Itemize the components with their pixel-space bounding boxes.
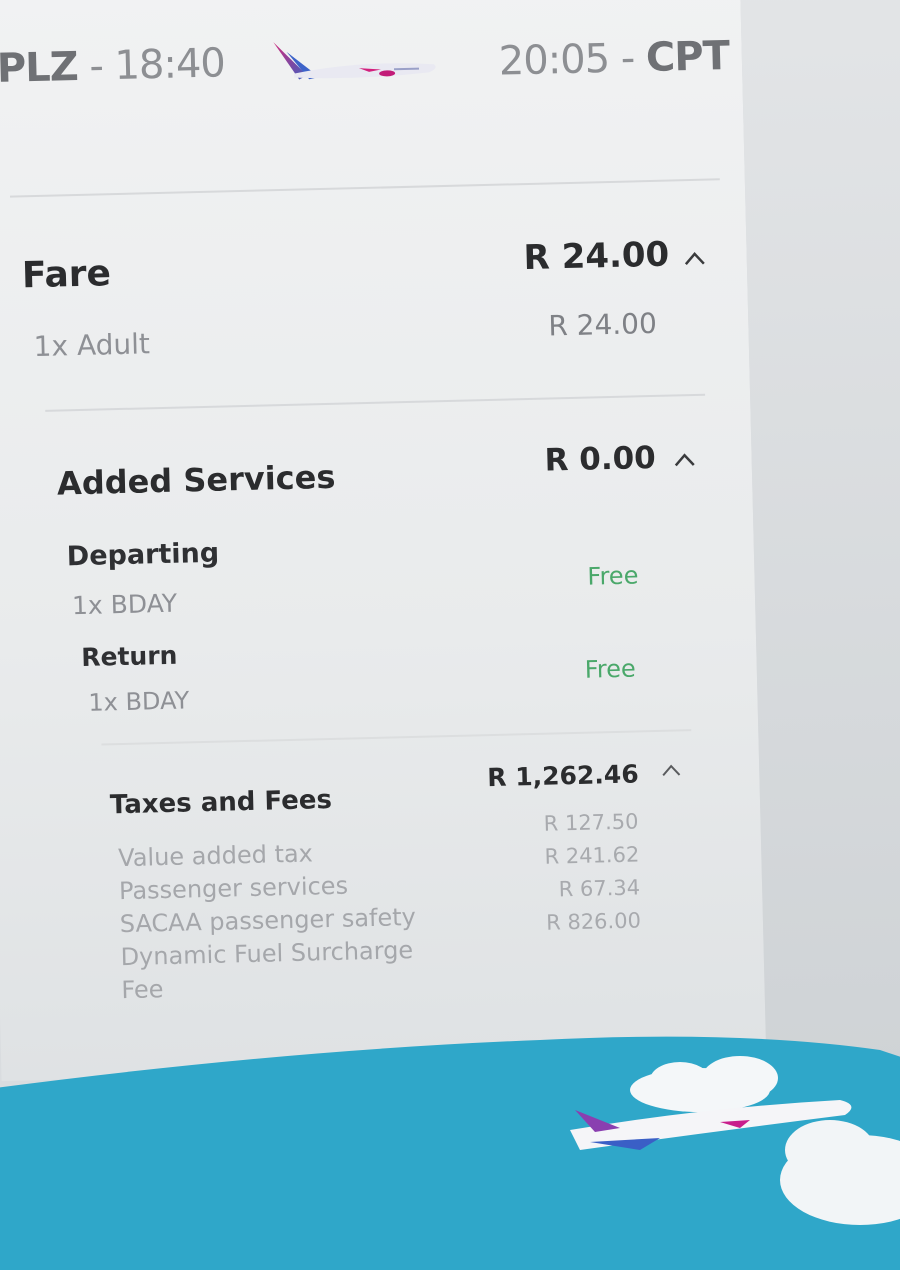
departing-price: Free	[587, 561, 639, 591]
fare-item-value: R 24.00	[547, 306, 658, 343]
destination-code: CPT	[645, 33, 730, 82]
chevron-up-icon[interactable]	[683, 248, 706, 271]
fare-total: R 24.00	[523, 234, 670, 279]
added-services-title: Added Services	[56, 457, 336, 503]
page-gutter	[739, 0, 900, 1073]
return-price: Free	[584, 654, 637, 684]
fare-item-label: 1x Adult	[33, 327, 151, 364]
tax-labels-list: Value added tax Passenger services SACAA…	[118, 835, 418, 1007]
return-heading: Return	[80, 640, 178, 673]
tax-values-list: R 127.50 R 241.62 R 67.34 R 826.00	[520, 805, 641, 940]
arrival-time: 20:05	[498, 35, 610, 85]
arrival-info: 20:05 - CPT	[498, 33, 729, 85]
taxes-title: Taxes and Fees	[109, 784, 333, 821]
tax-value: R 127.50	[543, 809, 639, 836]
tax-value: R 67.34	[558, 875, 641, 902]
departure-info: PLZ - 18:40	[0, 40, 225, 92]
route-separator: -	[620, 35, 647, 82]
tax-value: R 241.62	[544, 842, 640, 869]
taxes-total: R 1,262.46	[486, 759, 639, 793]
origin-code: PLZ	[0, 43, 79, 92]
chevron-up-icon[interactable]	[661, 760, 681, 780]
airplane-icon	[273, 42, 436, 80]
chevron-up-icon[interactable]	[673, 449, 696, 472]
departing-heading: Departing	[66, 537, 220, 573]
tax-value: R 826.00	[545, 908, 642, 935]
route-separator: -	[88, 43, 116, 90]
departing-item: 1x BDAY	[71, 588, 178, 621]
footer-banner	[0, 1036, 900, 1270]
fare-title: Fare	[21, 253, 112, 297]
return-item: 1x BDAY	[88, 686, 190, 717]
added-services-total: R 0.00	[544, 439, 657, 479]
departure-time: 18:40	[113, 40, 226, 90]
